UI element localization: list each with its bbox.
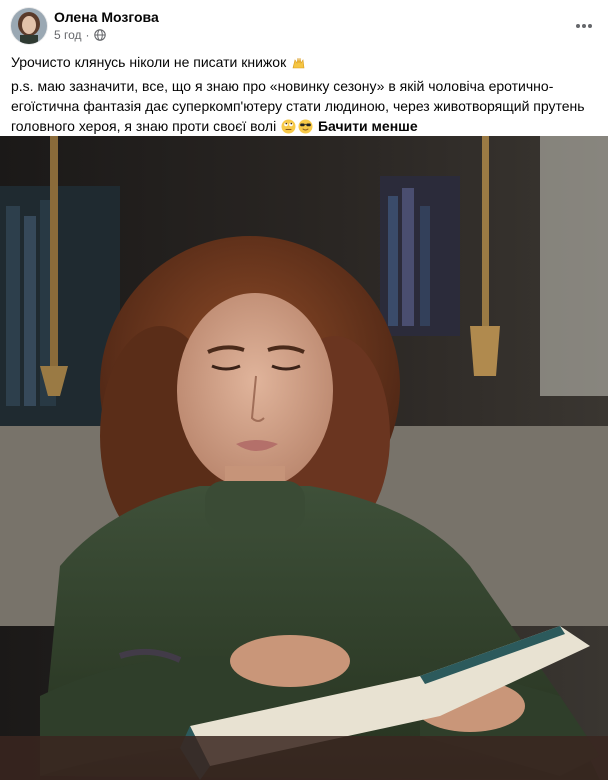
post-text-line1-content: Урочисто клянусь ніколи не писати книжок	[11, 54, 287, 70]
post-text: Урочисто клянусь ніколи не писати книжок…	[11, 52, 601, 136]
post-text-body-paragraph: p.s. маю зазначити, все, що я знаю про «…	[11, 76, 601, 136]
post-header: Олена Мозгова 5 год ·	[0, 0, 608, 48]
more-horizontal-icon	[576, 24, 592, 28]
sunglasses-emoji	[298, 119, 313, 134]
post-timestamp[interactable]: 5 год	[54, 28, 82, 42]
raised-hands-emoji	[291, 55, 306, 70]
see-less-link[interactable]: Бачити менше	[318, 118, 418, 134]
post-meta: 5 год ·	[54, 28, 106, 42]
avatar-image	[11, 8, 47, 44]
author-name[interactable]: Олена Мозгова	[54, 9, 159, 25]
facebook-post: Олена Мозгова 5 год · Урочисто клянусь н…	[0, 0, 608, 780]
author-avatar[interactable]	[11, 8, 47, 44]
post-photo[interactable]	[0, 136, 608, 780]
more-options-button[interactable]	[570, 12, 598, 40]
meta-separator: ·	[85, 28, 90, 42]
post-text-line1: Урочисто клянусь ніколи не писати книжок	[11, 52, 601, 72]
globe-icon[interactable]	[93, 29, 106, 41]
rolling-eyes-emoji	[281, 119, 296, 134]
woman-reading-book-photo	[0, 136, 608, 780]
